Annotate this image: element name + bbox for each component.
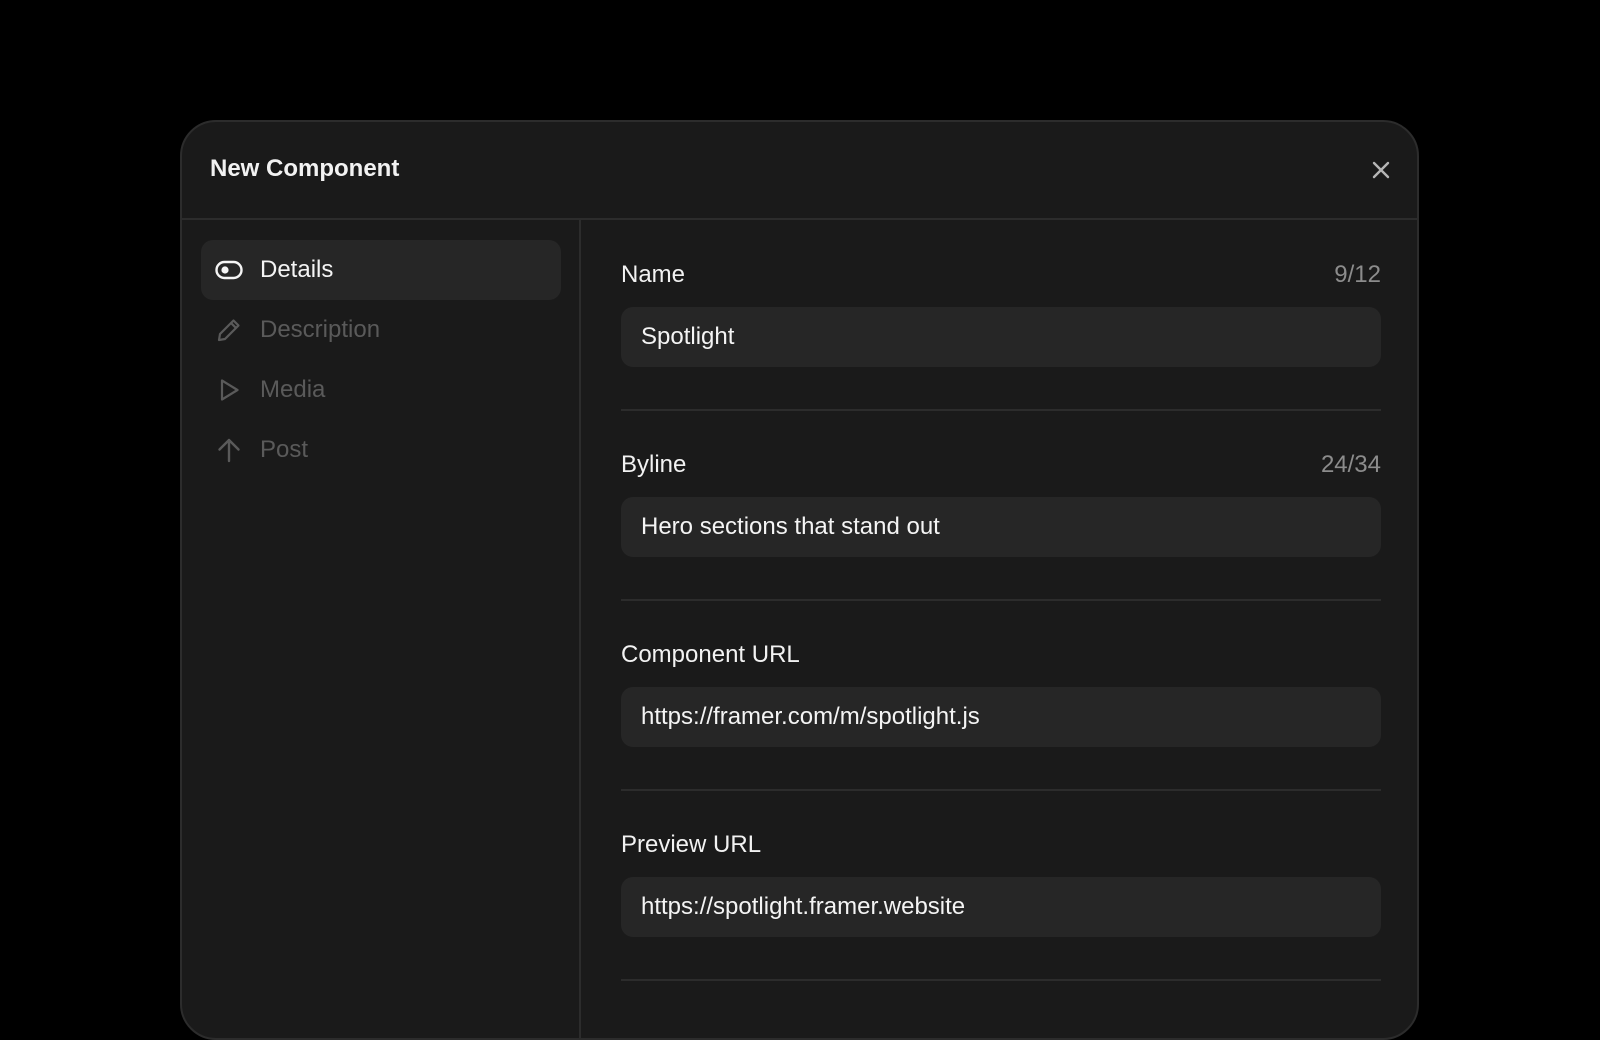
field-label: Component URL [621,641,800,668]
sidebar: Details Description Media Post [182,220,581,1038]
preview-url-input[interactable] [621,877,1381,937]
arrow-up-icon [215,436,243,464]
component-url-input[interactable] [621,687,1381,747]
divider [621,979,1381,981]
divider [621,599,1381,601]
sidebar-item-label: Description [260,316,381,343]
field-label: Byline [621,451,687,478]
sidebar-item-label: Details [260,256,334,283]
byline-input[interactable] [621,497,1381,557]
modal-title: New Component [210,155,400,182]
sidebar-item-post[interactable]: Post [201,420,561,480]
new-component-modal: New Component Details Description Media … [180,120,1419,1040]
sidebar-item-details[interactable]: Details [201,240,561,300]
character-counter: 24/34 [1320,451,1381,478]
sidebar-item-label: Post [260,436,309,463]
modal-header: New Component [182,122,1417,220]
close-button[interactable] [1367,156,1395,184]
close-icon [1372,161,1390,179]
toggle-icon [215,256,243,284]
sidebar-item-description[interactable]: Description [201,300,561,360]
play-icon [215,376,243,404]
divider [621,789,1381,791]
form-content: Name 9/12 Byline 24/34 Component URL Pre… [581,220,1417,1038]
field-label: Name [621,261,686,288]
divider [621,409,1381,411]
pencil-icon [215,316,243,344]
field-label: Preview URL [621,831,762,858]
sidebar-item-label: Media [260,376,326,403]
character-counter: 9/12 [1334,261,1381,288]
name-input[interactable] [621,307,1381,367]
sidebar-item-media[interactable]: Media [201,360,561,420]
